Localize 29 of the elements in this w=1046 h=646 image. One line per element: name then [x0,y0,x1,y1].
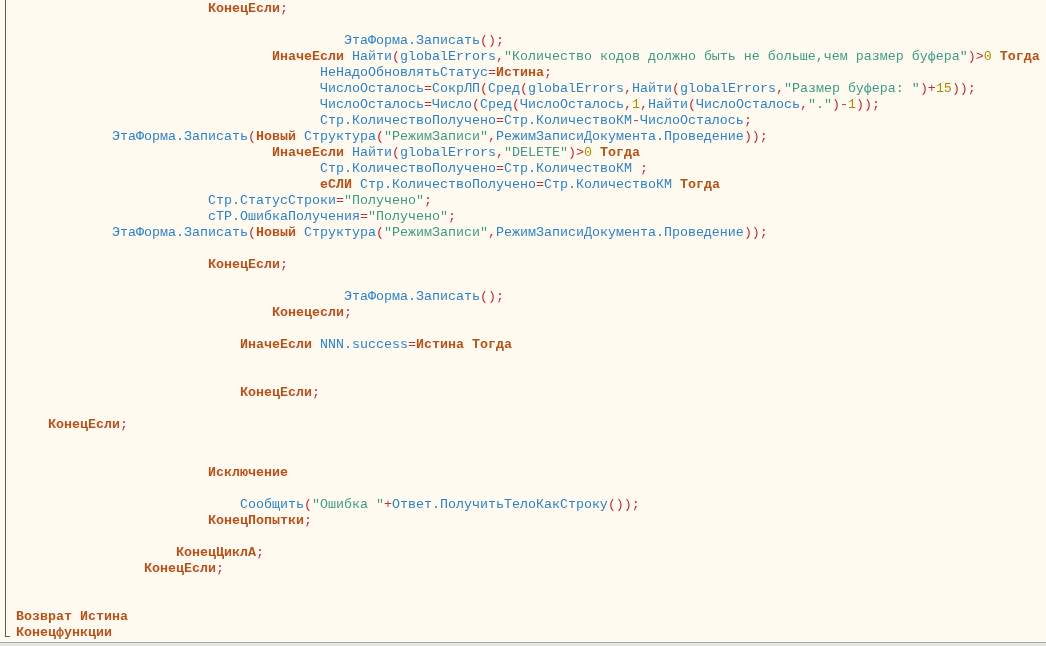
code-line: еСЛИ Стр.КоличествоПолучено=Стр.КоличествоКМ Тогда [318,177,720,193]
code-line: ИначеЕсли NNN.success=Истина Тогда [238,337,512,353]
code-line: ИначеЕсли Найти(globalErrors,"DELETE")>0 Тогда [270,145,640,161]
code-line: ЭтаФорма.Записать(Новый Структура("РежимЗаписи",РежимЗаписиДокумента.Проведение)); [110,129,768,145]
code-editor[interactable] [0,0,1046,643]
code-line: КонецЦиклА; [174,545,264,561]
code-line: ЧислоОсталось=СокрЛП(Сред(globalErrors,Найти(globalErrors,"Размер буфера: ")+15)); [318,81,976,97]
fold-marker[interactable] [5,0,10,637]
code-line: Конецфункции [16,625,112,641]
code-line: ЭтаФорма.Записать(); [342,289,504,305]
code-line: КонецЕсли; [206,257,288,273]
code-line: Исключение [206,465,288,481]
code-line: ЧислоОсталось=Число(Сред(ЧислоОсталось,1,Найти(ЧислоОсталось,".")-1)); [318,97,880,113]
code-line: КонецПопытки; [206,513,312,529]
code-line: Стр.КоличествоПолучено=Стр.КоличествоКМ-ЧислоОсталось; [318,113,752,129]
code-line: ЭтаФорма.Записать(Новый Структура("РежимЗаписи",РежимЗаписиДокумента.Проведение)); [110,225,768,241]
code-line: Конецесли; [270,305,352,321]
code-line: КонецЕсли; [206,1,288,17]
code-line: Стр.КоличествоПолучено=Стр.КоличествоКМ ; [318,161,648,177]
code-line: Возврат Истина [16,609,128,625]
code-line: КонецЕсли; [142,561,224,577]
code-line: ЭтаФорма.Записать(); [342,33,504,49]
code-line: НеНадоОбновлятьСтатус=Истина; [318,65,552,81]
code-line: КонецЕсли; [47,417,128,433]
code-line: сТР.ОшибкаПолучения="Получено"; [206,209,456,225]
code-line: Стр.СтатусСтроки="Получено"; [206,193,432,209]
code-line: Сообщить("Ошибка "+Ответ.ПолучитьТелоКакСтроку()); [238,497,640,513]
code-line: ИначеЕсли Найти(globalErrors,"Количество кодов должно быть не больше,чем размер буфера")>0 Тогда [270,49,1040,65]
code-line: КонецЕсли; [238,385,320,401]
